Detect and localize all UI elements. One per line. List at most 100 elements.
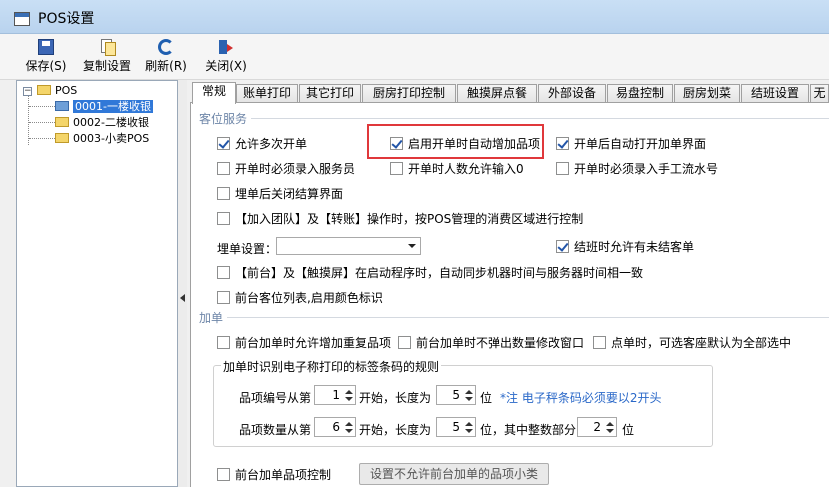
close-after-bill-checkbox[interactable]: 埋单后关闭结算界面 [217,187,343,201]
collapse-left-icon[interactable] [180,294,185,302]
pane-splitter[interactable] [178,80,187,487]
allow-multi-open-checkbox[interactable]: 允许多次开单 [217,137,307,151]
tree-item-0001[interactable]: 0001-一楼收银 [55,99,153,115]
qty-int-spinner[interactable]: 2 [577,417,617,437]
shift-allow-open-checkbox[interactable]: 结班时允许有未结客单 [556,240,694,254]
spin-down-icon[interactable] [345,429,353,433]
copy-settings-button[interactable]: 复制设置 [80,36,134,78]
checkbox-checked-icon[interactable] [217,137,230,150]
tree-root-label: POS [55,84,78,97]
checkbox-icon[interactable] [217,162,230,175]
tab-bill-print[interactable]: 账单打印 [236,84,298,103]
checkbox-label: 允许多次开单 [235,137,308,151]
color-list-checkbox[interactable]: 前台客位列表,启用颜色标识 [217,291,383,305]
spin-up-icon[interactable] [606,422,614,426]
tab-easy-control[interactable]: 易盘控制 [607,84,673,103]
folder-icon [37,85,51,95]
checkbox-checked-icon[interactable] [556,137,569,150]
item-no-length-spinner[interactable]: 5 [436,385,476,405]
tab-other-print[interactable]: 其它打印 [299,84,361,103]
require-manual-no-checkbox[interactable]: 开单时必须录入手工流水号 [556,162,718,176]
tab-external-devices[interactable]: 外部设备 [538,84,606,103]
no-qty-popup-checkbox[interactable]: 前台加单时不弹出数量修改窗口 [398,336,584,350]
tab-shift-settings[interactable]: 结班设置 [741,84,809,103]
set-disallowed-categories-button[interactable]: 设置不允许前台加单的品项小类 [359,463,549,485]
chevron-down-icon[interactable] [408,244,416,248]
checkbox-label: 开单时必须录入手工流水号 [574,162,719,176]
auto-add-items-checkbox[interactable]: 启用开单时自动增加品项 [390,137,540,151]
spin-up-icon[interactable] [465,390,473,394]
spinner-value: 5 [452,388,460,402]
int-part-label: 位，其中整数部分 [480,423,577,437]
allow-duplicate-checkbox[interactable]: 前台加单时允许增加重复品项 [217,336,391,350]
checkbox-icon[interactable] [217,187,230,200]
allow-zero-guests-checkbox[interactable]: 开单时人数允许输入0 [390,162,524,176]
save-button[interactable]: 保存(S) [22,36,70,78]
tree-item-label: 0001-一楼收银 [73,100,153,113]
qty-from-label: 品项数量从第 [239,423,312,437]
require-server-checkbox[interactable]: 开单时必须录入服务员 [217,162,355,176]
checkbox-icon[interactable] [217,336,230,349]
sync-time-checkbox[interactable]: 【前台】及【触摸屏】在启动程序时，自动同步机器时间与服务器时间相一致 [217,266,643,280]
pos-settings-window: POS设置 保存(S) 复制设置 刷新(R) 关闭(X) − POS 0001-… [0,0,829,487]
barcode-rule-group-title: 加单时识别电子称打印的标签条码的规则 [221,358,442,375]
tree-item-0002[interactable]: 0002-二楼收银 [55,115,149,131]
checkbox-icon[interactable] [217,266,230,279]
auto-open-add-checkbox[interactable]: 开单后自动打开加单界面 [556,137,706,151]
checkbox-checked-icon[interactable] [556,240,569,253]
tree-line [29,122,55,123]
checkbox-icon[interactable] [398,336,411,349]
checkbox-icon[interactable] [217,468,230,481]
checkbox-label: 【加入团队】及【转账】操作时，按POS管理的消费区域进行控制 [235,212,584,226]
checkbox-icon[interactable] [593,336,606,349]
save-label: 保存(S) [25,59,67,73]
checkbox-icon[interactable] [390,162,403,175]
qty-length-spinner[interactable]: 5 [436,417,476,437]
tab-touch-order[interactable]: 触摸屏点餐 [457,84,537,103]
copy-label: 复制设置 [82,59,131,73]
item-no-from-label: 品项编号从第 [239,391,312,405]
checkbox-label: 前台加单时不弹出数量修改窗口 [416,336,585,350]
guest-service-section-title: 客位服务 [199,112,248,126]
spin-up-icon[interactable] [345,390,353,394]
team-transfer-control-checkbox[interactable]: 【加入团队】及【转账】操作时，按POS管理的消费区域进行控制 [217,212,583,226]
tree-item-0003[interactable]: 0003-小卖POS [55,131,149,147]
collapse-icon[interactable]: − [23,87,32,96]
spin-down-icon[interactable] [465,429,473,433]
spinner-value: 2 [593,420,601,434]
qty-start-spinner[interactable]: 6 [314,417,356,437]
bill-setting-select[interactable] [276,237,421,255]
checkbox-icon[interactable] [556,162,569,175]
default-all-seats-checkbox[interactable]: 点单时，可选客座默认为全部选中 [593,336,791,350]
spin-down-icon[interactable] [465,397,473,401]
checkbox-icon[interactable] [217,291,230,304]
refresh-label: 刷新(R) [145,59,187,73]
spin-down-icon[interactable] [606,429,614,433]
item-no-start-spinner[interactable]: 1 [314,385,356,405]
spin-up-icon[interactable] [345,422,353,426]
tab-more[interactable]: 无 [810,84,829,103]
checkbox-checked-icon[interactable] [390,137,403,150]
unit-label: 位 [622,423,635,437]
window-title: POS设置 [38,11,95,27]
close-button[interactable]: 关闭(X) [202,36,250,78]
spin-up-icon[interactable] [465,422,473,426]
spin-down-icon[interactable] [345,397,353,401]
checkbox-label: 结班时允许有未结客单 [574,240,695,254]
folder-icon [55,117,69,127]
barcode-note: *注 电子秤条码必须要以2开头 [500,391,662,405]
tab-general[interactable]: 常规 [192,82,236,104]
checkbox-label: 前台加单时允许增加重复品项 [235,336,392,350]
refresh-button[interactable]: 刷新(R) [142,36,190,78]
begin-length-label: 开始，长度为 [359,391,432,405]
checkbox-icon[interactable] [217,212,230,225]
front-item-control-checkbox[interactable]: 前台加单品项控制 [217,468,331,482]
title-bar: POS设置 [0,0,829,34]
window-icon [14,12,30,26]
tab-kitchen-print[interactable]: 厨房打印控制 [362,84,456,103]
tab-kitchen-dish[interactable]: 厨房划菜 [674,84,740,103]
checkbox-label: 启用开单时自动增加品项 [408,137,541,151]
general-tab-panel: 客位服务 允许多次开单 启用开单时自动增加品项 开单后自动打开加单界面 开单时必… [190,102,829,487]
copy-icon [99,39,116,56]
save-icon [38,39,54,55]
